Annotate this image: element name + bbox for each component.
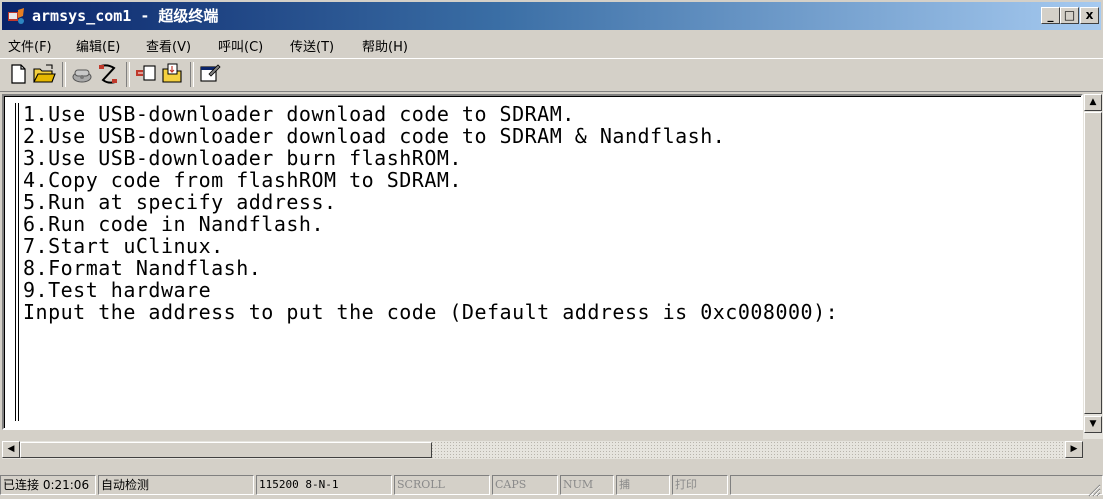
- terminal-line: 3.Use USB-downloader burn flashROM.: [23, 146, 462, 170]
- hyperterminal-app-icon[interactable]: [6, 6, 26, 26]
- horizontal-scrollbar[interactable]: ◀ ▶: [2, 441, 1083, 459]
- resize-grip-icon[interactable]: [1087, 483, 1101, 497]
- window-title: armsys_com1 - 超级终端: [32, 7, 219, 25]
- maximize-button[interactable]: □: [1060, 7, 1079, 24]
- terminal-line: 8.Format Nandflash.: [23, 256, 262, 280]
- status-scroll-lock: SCROLL: [394, 475, 490, 495]
- scroll-right-arrow-icon[interactable]: ▶: [1065, 441, 1083, 458]
- menu-transfer[interactable]: 传送(T): [290, 36, 334, 55]
- toolbar-separator: [126, 62, 130, 87]
- terminal-margin-line: [15, 103, 19, 421]
- menu-call[interactable]: 呼叫(C): [218, 36, 263, 55]
- scroll-left-arrow-icon[interactable]: ◀: [2, 441, 20, 458]
- terminal-prompt-line: Input the address to put the code (Defau…: [23, 300, 839, 324]
- send-icon[interactable]: [134, 62, 158, 86]
- minimize-button[interactable]: _: [1041, 7, 1060, 24]
- menu-edit[interactable]: 编辑(E): [76, 36, 120, 55]
- call-icon[interactable]: [70, 62, 94, 86]
- status-empty-panel: [730, 475, 1103, 495]
- status-auto-detect: 自动检测: [98, 475, 254, 495]
- new-file-icon[interactable]: [6, 62, 30, 86]
- vertical-scrollbar[interactable]: ▲ ▼: [1083, 94, 1103, 439]
- vertical-scroll-thumb[interactable]: [1084, 112, 1102, 414]
- terminal-line: 4.Copy code from flashROM to SDRAM.: [23, 168, 462, 192]
- open-folder-icon[interactable]: [32, 62, 56, 86]
- toolbar-separator: [62, 62, 66, 87]
- toolbar-separator: [190, 62, 194, 87]
- status-caps-lock: CAPS: [492, 475, 558, 495]
- properties-icon[interactable]: [198, 62, 222, 86]
- terminal-line: 9.Test hardware: [23, 278, 212, 302]
- terminal-line: 1.Use USB-downloader download code to SD…: [23, 102, 575, 126]
- terminal-line: 6.Run code in Nandflash.: [23, 212, 324, 236]
- toolbar: [0, 58, 1103, 92]
- scroll-down-arrow-icon[interactable]: ▼: [1084, 416, 1102, 433]
- status-bar: 已连接 0:21:06 自动检测 115200 8-N-1 SCROLL CAP…: [0, 472, 1103, 499]
- terminal-screen[interactable]: 1.Use USB-downloader download code to SD…: [4, 96, 1081, 428]
- horizontal-scroll-thumb[interactable]: [20, 442, 432, 458]
- menu-bar: 文件(F) 编辑(E) 查看(V) 呼叫(C) 传送(T) 帮助(H): [0, 32, 1103, 56]
- status-num-lock: NUM: [560, 475, 614, 495]
- status-capture: 捕: [616, 475, 670, 495]
- menu-help[interactable]: 帮助(H): [362, 36, 408, 55]
- disconnect-icon[interactable]: [96, 62, 120, 86]
- close-button[interactable]: x: [1080, 7, 1099, 24]
- receive-icon[interactable]: [160, 62, 184, 86]
- terminal-line: 2.Use USB-downloader download code to SD…: [23, 124, 726, 148]
- status-port-settings: 115200 8-N-1: [256, 475, 392, 495]
- menu-view[interactable]: 查看(V): [146, 36, 191, 55]
- terminal-line: 5.Run at specify address.: [23, 190, 337, 214]
- scroll-up-arrow-icon[interactable]: ▲: [1084, 94, 1102, 111]
- status-print-echo: 打印: [672, 475, 728, 495]
- terminal-line: 7.Start uClinux.: [23, 234, 224, 258]
- terminal-frame: 1.Use USB-downloader download code to SD…: [2, 94, 1083, 430]
- status-connected-time: 已连接 0:21:06: [0, 475, 96, 495]
- title-bar[interactable]: armsys_com1 - 超级终端 _ □ x: [2, 2, 1101, 30]
- menu-file[interactable]: 文件(F): [8, 36, 52, 55]
- hyperterminal-window: armsys_com1 - 超级终端 _ □ x 文件(F) 编辑(E) 查看(…: [0, 0, 1103, 499]
